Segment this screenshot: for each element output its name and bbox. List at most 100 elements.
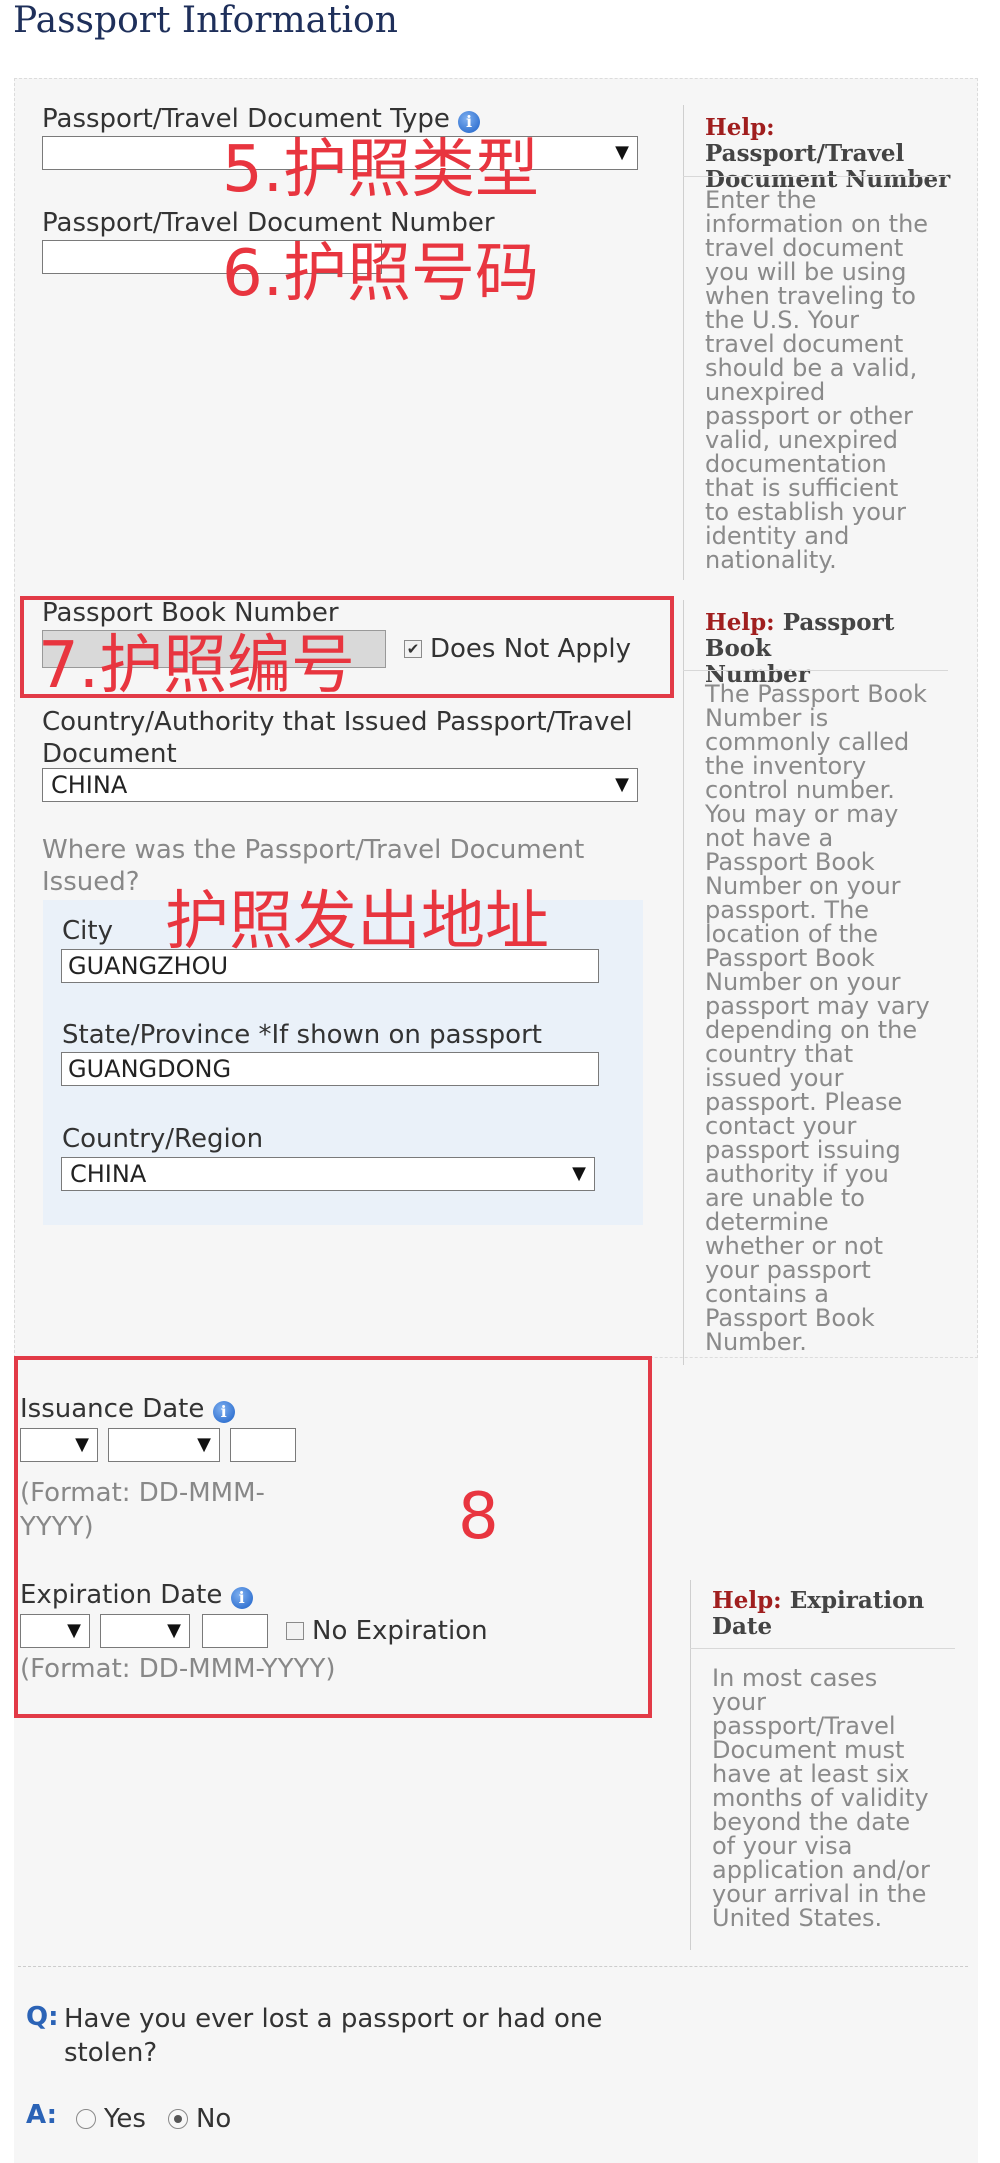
state-label: State/Province *If shown on passport bbox=[62, 1020, 542, 1050]
issuance-date-label: Issuance Date i bbox=[20, 1394, 235, 1424]
annotation-doc-type: 5.护照类型 bbox=[222, 133, 540, 207]
annotation-doc-number: 6.护照号码 bbox=[222, 237, 540, 311]
chevron-down-icon: ▼ bbox=[75, 1434, 89, 1455]
help-separator bbox=[683, 670, 948, 671]
does-not-apply-group: ✔ Does Not Apply bbox=[404, 634, 631, 664]
chevron-down-icon: ▼ bbox=[615, 774, 629, 795]
annotation-book-number: 7.护照编号 bbox=[38, 629, 356, 703]
help-text-line: application and/or bbox=[712, 1856, 930, 1884]
help-text-line: depending on the bbox=[705, 1016, 918, 1044]
help-text-line: whether or not bbox=[705, 1232, 883, 1260]
help-text-line: when traveling to bbox=[705, 282, 916, 310]
no-expiration-checkbox[interactable] bbox=[286, 1622, 304, 1640]
chevron-down-icon: ▼ bbox=[615, 142, 629, 163]
help-body-expiration: In most cases your passport/Travel Document… bbox=[712, 1666, 982, 1930]
help-separator bbox=[683, 176, 948, 177]
help-text-line: travel document bbox=[705, 234, 904, 262]
country-region-select[interactable]: CHINA ▼ bbox=[61, 1157, 595, 1191]
chevron-down-icon: ▼ bbox=[197, 1434, 211, 1455]
no-expiration-label: No Expiration bbox=[312, 1616, 488, 1646]
help-text-line: determine bbox=[705, 1208, 829, 1236]
help-text-line: United States. bbox=[712, 1904, 883, 1932]
help-text-line: authority if you bbox=[705, 1160, 889, 1188]
help-text-line: you will be using bbox=[705, 258, 907, 286]
issuance-month-select[interactable]: ▼ bbox=[108, 1428, 220, 1462]
help-text-line: Number on your bbox=[705, 872, 901, 900]
expiration-format-hint: (Format: DD-MMM-YYYY) bbox=[20, 1654, 336, 1684]
no-radio[interactable] bbox=[167, 2109, 188, 2129]
issuance-format-hint: (Format: DD-MMM- YYYY) bbox=[20, 1478, 265, 1542]
help-text-line: Document must bbox=[712, 1736, 905, 1764]
issuance-day-select[interactable]: ▼ bbox=[20, 1428, 98, 1462]
help-text-line: passport. Please bbox=[705, 1088, 903, 1116]
issuance-year-input[interactable] bbox=[230, 1428, 296, 1462]
yes-label: Yes bbox=[104, 2104, 146, 2134]
info-icon[interactable]: i bbox=[212, 1401, 235, 1423]
help-text-line: have at least six bbox=[712, 1760, 910, 1788]
issuing-country-label: Country/Authority that Issued Passport/T… bbox=[42, 707, 633, 769]
help-text-line: should be a valid, bbox=[705, 354, 918, 382]
help-text-line: Enter the bbox=[705, 186, 817, 214]
help-text-line: information on the bbox=[705, 210, 929, 238]
city-label: City bbox=[62, 916, 113, 946]
help-text-line: valid, unexpired bbox=[705, 426, 898, 454]
question-separator bbox=[18, 1966, 968, 1967]
help-title-book-number: Help: Passport Book Number bbox=[705, 609, 895, 688]
help-text-line: country that bbox=[705, 1040, 854, 1068]
help-divider bbox=[690, 1580, 691, 1950]
help-text-line: your passport bbox=[705, 1256, 871, 1284]
help-text-line: of your visa bbox=[712, 1832, 853, 1860]
help-text-line: are unable to bbox=[705, 1184, 865, 1212]
help-text-line: passport issuing bbox=[705, 1136, 901, 1164]
chevron-down-icon: ▼ bbox=[167, 1620, 181, 1641]
annotation-dates: 8 bbox=[458, 1480, 499, 1554]
help-text-line: nationality. bbox=[705, 546, 837, 574]
help-text-line: passport/Travel bbox=[712, 1712, 896, 1740]
help-text-line: Passport Book bbox=[705, 848, 875, 876]
help-text-line: that is sufficient bbox=[705, 474, 899, 502]
does-not-apply-checkbox[interactable]: ✔ bbox=[404, 640, 422, 658]
help-text-line: the U.S. Your bbox=[705, 306, 859, 334]
help-text-line: your arrival in the bbox=[712, 1880, 927, 1908]
page-title: Passport Information bbox=[13, 0, 398, 41]
yes-radio[interactable] bbox=[76, 2109, 96, 2129]
help-text-line: control number. bbox=[705, 776, 895, 804]
info-icon[interactable]: i bbox=[230, 1587, 253, 1609]
help-text-line: beyond the date bbox=[712, 1808, 911, 1836]
help-text-line: your bbox=[712, 1688, 766, 1716]
help-text-line: passport or other bbox=[705, 402, 913, 430]
help-text-line: contact your bbox=[705, 1112, 857, 1140]
help-text-line: contains a bbox=[705, 1280, 829, 1308]
no-label: No bbox=[195, 2104, 232, 2134]
answer-options: Yes No bbox=[76, 2104, 231, 2134]
expiration-year-input[interactable] bbox=[202, 1614, 268, 1648]
chevron-down-icon: ▼ bbox=[67, 1620, 81, 1641]
help-text-line: commonly called bbox=[705, 728, 910, 756]
no-expiration-group: No Expiration bbox=[286, 1616, 488, 1646]
help-text-line: passport may vary bbox=[705, 992, 930, 1020]
help-text-line: In most cases bbox=[712, 1664, 878, 1692]
help-text-line: documentation bbox=[705, 450, 887, 478]
issuing-country-select[interactable]: CHINA ▼ bbox=[42, 768, 638, 802]
help-text-line: issued your bbox=[705, 1064, 844, 1092]
chevron-down-icon: ▼ bbox=[572, 1163, 586, 1184]
expiration-date-label: Expiration Date i bbox=[20, 1580, 253, 1610]
help-text-line: the inventory bbox=[705, 752, 867, 780]
question-text: Have you ever lost a passport or had one… bbox=[64, 2004, 603, 2068]
help-title-doc-number: Help: Passport/Travel Document Number bbox=[705, 114, 951, 193]
question-marker: Q: bbox=[26, 2002, 59, 2032]
country-region-label: Country/Region bbox=[62, 1124, 264, 1154]
city-input[interactable]: GUANGZHOU bbox=[61, 949, 599, 983]
expiration-day-select[interactable]: ▼ bbox=[20, 1614, 90, 1648]
help-text-line: identity and bbox=[705, 522, 850, 550]
help-text-line: Passport Book bbox=[705, 1304, 875, 1332]
answer-marker: A: bbox=[26, 2100, 58, 2130]
help-body-book-number: The Passport Book Number is commonly calle… bbox=[705, 682, 975, 1354]
help-text-line: Number. bbox=[705, 1328, 807, 1356]
expiration-month-select[interactable]: ▼ bbox=[100, 1614, 190, 1648]
help-text-line: Passport Book bbox=[705, 944, 875, 972]
help-title-expiration: Help: Expiration Date bbox=[712, 1587, 925, 1640]
state-input[interactable]: GUANGDONG bbox=[61, 1052, 599, 1086]
help-text-line: Number on your bbox=[705, 968, 901, 996]
help-separator bbox=[690, 1648, 955, 1649]
